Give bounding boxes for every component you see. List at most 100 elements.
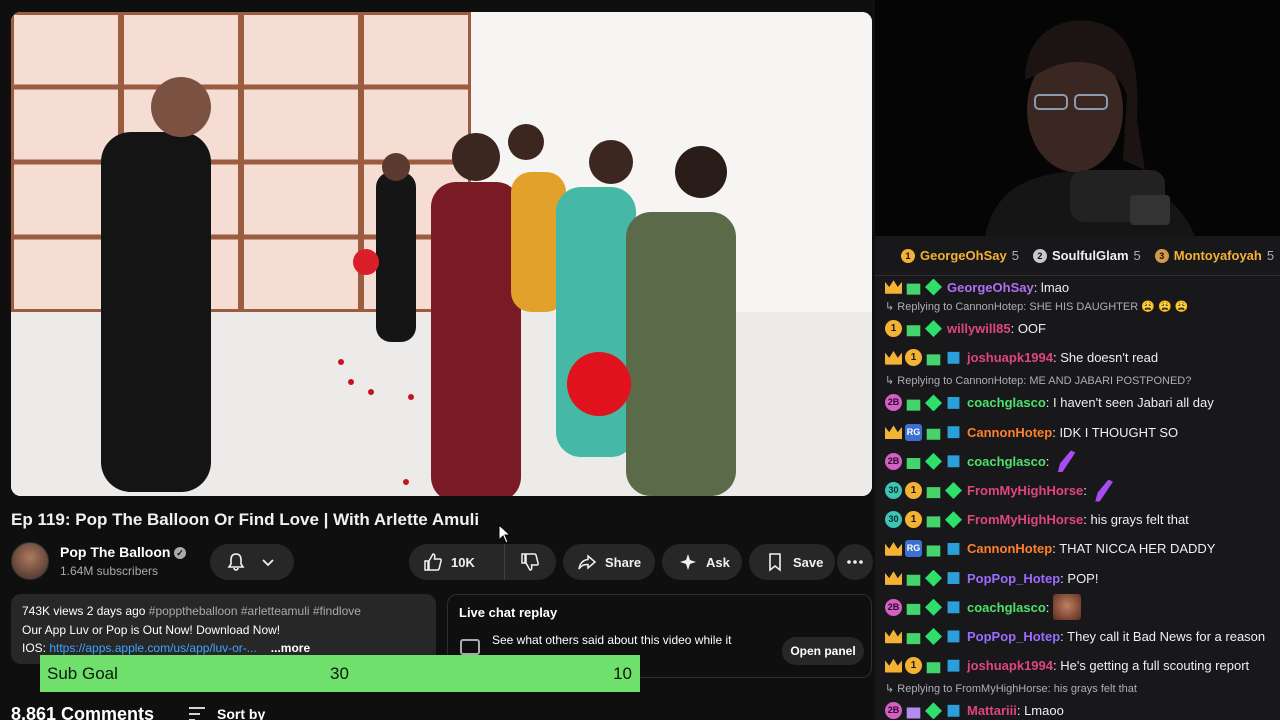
badge-group: RG bbox=[885, 540, 962, 558]
ask-label: Ask bbox=[706, 554, 730, 570]
top-chatter-name: SoulfulGlam bbox=[1051, 248, 1129, 263]
sort-by-button[interactable]: Sort by bbox=[187, 704, 265, 720]
hashtags[interactable]: #popptheballoon #arletteamuli #findlove bbox=[149, 604, 361, 618]
badge-group: 30 1 bbox=[885, 511, 962, 529]
chat-username[interactable]: GeorgeOhSay bbox=[947, 280, 1034, 295]
chat-message[interactable]: 1 joshuapk1994: She doesn't read bbox=[875, 343, 1280, 372]
top-chatter[interactable]: 3 Montoyafoyah 5 bbox=[1154, 248, 1274, 263]
prime-badge-icon bbox=[947, 659, 960, 672]
crown-badge-icon bbox=[885, 542, 902, 556]
gem-badge-icon bbox=[925, 627, 942, 645]
chat-message[interactable]: GeorgeOhSay: lmao bbox=[875, 276, 1280, 298]
app-store-link[interactable]: https://apps.apple.com/us/app/luv-or-... bbox=[49, 641, 256, 655]
top-chatter[interactable]: 2 SoulfulGlam 5 bbox=[1032, 248, 1141, 263]
chat-message[interactable]: 1 willywill85: OOF bbox=[875, 314, 1280, 343]
teal-badge-icon: 30 bbox=[885, 511, 902, 529]
verified-check-icon: ✓ bbox=[174, 547, 186, 559]
badge-group: 2B bbox=[885, 702, 962, 720]
channel-avatar[interactable] bbox=[11, 542, 49, 580]
chat-username[interactable]: PopPop_Hotep bbox=[967, 571, 1060, 586]
top-chatter-count: 5 bbox=[1011, 248, 1019, 263]
chat-message[interactable]: 2B coachglasco: bbox=[875, 593, 1280, 622]
rank-badge-icon: 1 bbox=[901, 248, 915, 263]
share-button[interactable]: Share bbox=[563, 544, 655, 580]
video-frame bbox=[11, 12, 872, 496]
badge-group: RG bbox=[885, 423, 962, 441]
chat-message[interactable]: 2B coachglasco: bbox=[875, 447, 1280, 476]
channel-row: Pop The Balloon ✓ 1.64M subscribers 10K … bbox=[11, 540, 873, 584]
dislike-button[interactable] bbox=[505, 544, 555, 580]
chat-username[interactable]: coachglasco bbox=[967, 454, 1046, 469]
chat-username[interactable]: FromMyHighHorse bbox=[967, 483, 1083, 498]
feather-emote-icon bbox=[1095, 479, 1113, 502]
chat-message[interactable]: 30 1 FromMyHighHorse: bbox=[875, 476, 1280, 505]
video-title: Ep 119: Pop The Balloon Or Find Love | W… bbox=[11, 510, 480, 529]
subscriber-count: 1.64M subscribers bbox=[60, 564, 159, 578]
chat-text: : He's getting a full scouting report bbox=[1053, 658, 1250, 674]
like-button[interactable]: 10K bbox=[409, 544, 505, 580]
chat-message[interactable]: PopPop_Hotep: POP! bbox=[875, 564, 1280, 593]
chat-message[interactable]: 2B coachglasco: I haven't seen Jabari all… bbox=[875, 388, 1280, 417]
description-box[interactable]: 743K views 2 days ago #popptheballoon #a… bbox=[11, 594, 436, 664]
badge-group: 2B bbox=[885, 598, 962, 616]
badge-group bbox=[885, 627, 962, 645]
open-panel-button[interactable]: Open panel bbox=[782, 637, 864, 665]
sparkle-icon bbox=[680, 554, 696, 570]
chat-username[interactable]: coachglasco bbox=[967, 600, 1046, 615]
channel-name[interactable]: Pop The Balloon bbox=[60, 544, 170, 560]
gem-badge-icon bbox=[925, 320, 942, 338]
teal-badge-icon: 30 bbox=[885, 482, 902, 500]
badge-group bbox=[885, 569, 962, 587]
chat-username[interactable]: joshuapk1994 bbox=[967, 658, 1053, 673]
chat-username[interactable]: Mattariii bbox=[967, 703, 1017, 718]
chat-username[interactable]: willywill85 bbox=[947, 321, 1011, 336]
chat-text: : OOF bbox=[1010, 321, 1046, 337]
chat-message[interactable]: 1 joshuapk1994: He's getting a full scout… bbox=[875, 651, 1280, 680]
chat-message[interactable]: 30 1 FromMyHighHorse: his grays felt that bbox=[875, 505, 1280, 534]
like-count: 10K bbox=[451, 554, 475, 570]
description-link-line: IOS: https://apps.apple.com/us/app/luv-o… bbox=[22, 641, 425, 655]
crown-badge-icon bbox=[885, 571, 902, 585]
gem-badge-icon bbox=[925, 278, 942, 296]
chat-username[interactable]: FromMyHighHorse bbox=[967, 512, 1083, 527]
live-chat-replay-text: See what others said about this video wh… bbox=[492, 633, 732, 647]
chat-username[interactable]: CannonHotep bbox=[967, 541, 1052, 556]
chat-username[interactable]: PopPop_Hotep bbox=[967, 629, 1060, 644]
chat-text: : IDK I THOUGHT SO bbox=[1052, 424, 1179, 440]
chat-username[interactable]: coachglasco bbox=[967, 395, 1046, 410]
crown-badge-icon bbox=[885, 425, 902, 439]
chat-message[interactable]: PopPop_Hotep: They call it Bad News for … bbox=[875, 622, 1280, 651]
chat-text: : bbox=[1045, 453, 1050, 469]
rank-badge-icon: 3 bbox=[1154, 248, 1169, 263]
gift-badge-icon bbox=[906, 633, 921, 645]
chat-text: : POP! bbox=[1060, 570, 1099, 586]
gift-badge-icon bbox=[926, 487, 941, 499]
chat-text: : Lmaoo bbox=[1016, 703, 1064, 719]
prime-badge-icon bbox=[947, 455, 960, 468]
gift-badge-icon bbox=[926, 428, 941, 440]
notification-bell-button[interactable] bbox=[210, 544, 294, 580]
coin-badge-icon: 1 bbox=[905, 657, 922, 675]
gift-badge-icon bbox=[926, 662, 941, 674]
chat-username[interactable]: joshuapk1994 bbox=[967, 350, 1053, 365]
share-arrow-icon bbox=[578, 554, 597, 570]
chat-text: : bbox=[1045, 599, 1050, 615]
save-button[interactable]: Save bbox=[749, 544, 835, 580]
gift-badge-icon bbox=[906, 283, 921, 295]
chat-message[interactable]: 2B Mattariii: Lmaoo bbox=[875, 696, 1280, 720]
show-more-link[interactable]: ...more bbox=[271, 641, 310, 655]
top-chatter-count: 5 bbox=[1133, 248, 1141, 263]
chat-username[interactable]: CannonHotep bbox=[967, 425, 1052, 440]
video-player[interactable] bbox=[11, 12, 872, 496]
chat-text: : lmao bbox=[1033, 279, 1070, 295]
chat-message[interactable]: RG CannonHotep: THAT NICCA HER DADDY bbox=[875, 534, 1280, 563]
ask-button[interactable]: Ask bbox=[662, 544, 742, 580]
prime-badge-icon bbox=[947, 704, 960, 717]
reply-context: ↳ Replying to FromMyHighHorse: his grays… bbox=[885, 682, 1137, 695]
gem-badge-icon bbox=[925, 452, 942, 470]
more-actions-button[interactable] bbox=[837, 544, 873, 580]
sub-goal-label: Sub Goal bbox=[47, 664, 118, 683]
top-chatter[interactable]: 1 GeorgeOhSay 5 bbox=[901, 248, 1019, 263]
chat-message[interactable]: RG CannonHotep: IDK I THOUGHT SO bbox=[875, 418, 1280, 447]
prime-badge-icon bbox=[947, 397, 960, 409]
